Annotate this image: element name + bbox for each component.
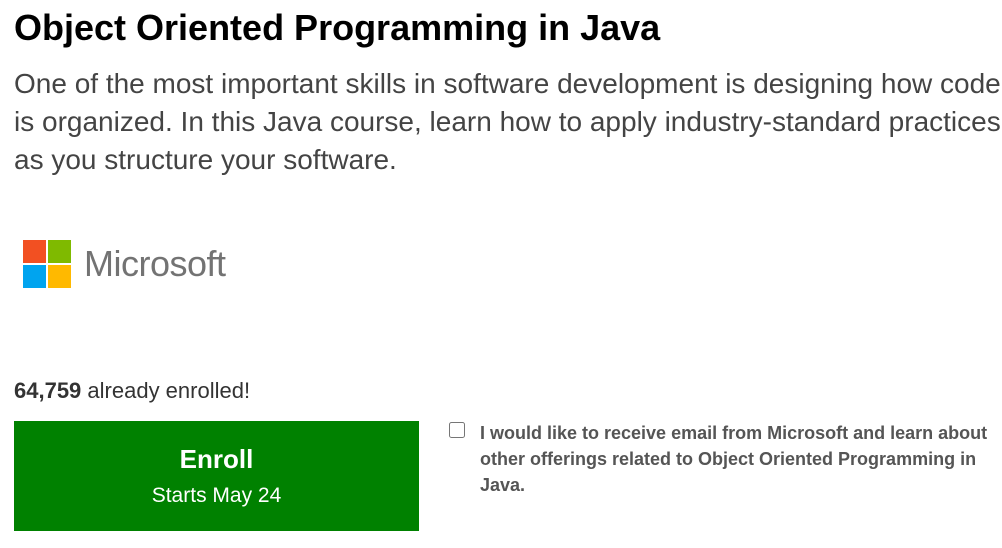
enroll-button[interactable]: Enroll Starts May 24 [14, 421, 419, 531]
provider-name: Microsoft [84, 243, 226, 284]
logo-square-blue [23, 265, 46, 288]
microsoft-logo-icon [23, 240, 71, 288]
course-description: One of the most important skills in soft… [14, 68, 1001, 175]
enrollment-count: 64,759 already enrolled! [14, 376, 250, 406]
enrollment-suffix: already enrolled! [81, 378, 251, 403]
logo-square-red [23, 240, 46, 263]
enroll-start-date: Starts May 24 [151, 483, 282, 507]
email-optin-checkbox[interactable] [449, 422, 465, 438]
course-title: Object Oriented Programming in Java [14, 7, 661, 48]
email-optin-label[interactable]: I would like to receive email from Micro… [480, 420, 1000, 498]
logo-square-yellow [48, 265, 71, 288]
enroll-button-label: Enroll [179, 443, 254, 474]
logo-square-green [48, 240, 71, 263]
provider-logo: Microsoft [23, 239, 226, 289]
enrollment-number: 64,759 [14, 378, 82, 403]
